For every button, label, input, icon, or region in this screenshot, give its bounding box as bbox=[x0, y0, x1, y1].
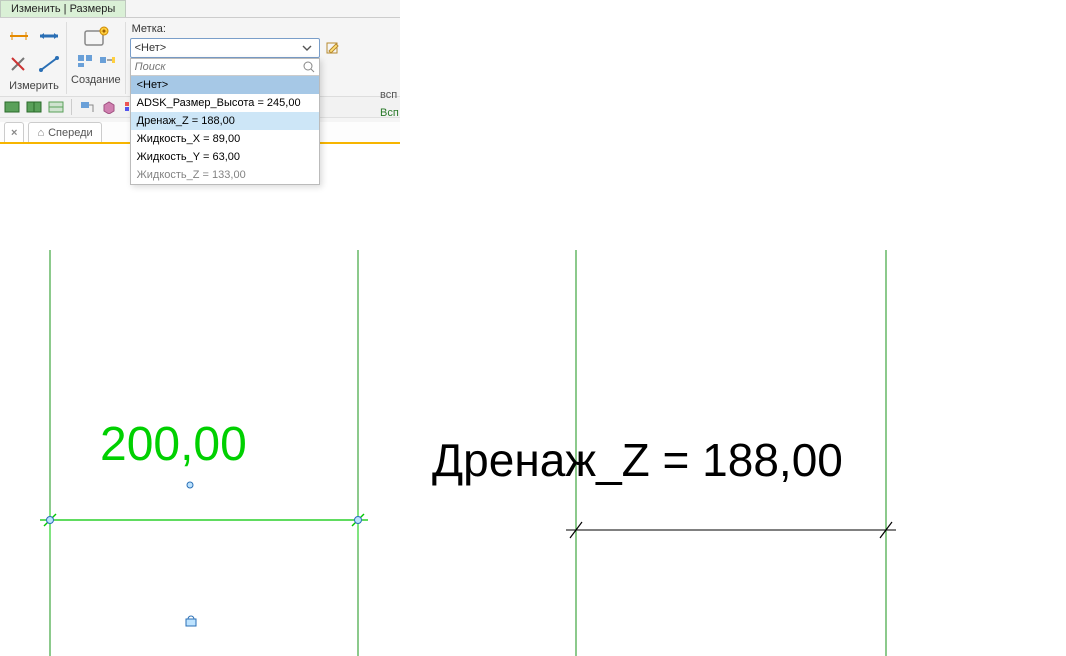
ribbon-tab-modify-dimensions[interactable]: Изменить | Размеры bbox=[0, 0, 126, 17]
linear-dimension-icon[interactable] bbox=[36, 24, 62, 48]
dropdown-selected-text: <Нет> bbox=[135, 42, 167, 54]
right-hint-line2: Всп bbox=[380, 104, 399, 122]
unlock-grip-icon[interactable] bbox=[186, 616, 196, 626]
unpin-icon[interactable] bbox=[6, 52, 32, 76]
right-hint-line1: всп bbox=[380, 86, 399, 104]
ribbon-group-create: ✦ Создание bbox=[67, 22, 126, 94]
drawing-canvas[interactable]: 200,00 Дренаж_Z = 188,00 bbox=[0, 220, 1066, 656]
dropdown-search-input[interactable] bbox=[135, 61, 299, 73]
edit-label-icon[interactable] bbox=[324, 39, 342, 57]
svg-text:✦: ✦ bbox=[100, 27, 107, 36]
align-dimension-icon[interactable] bbox=[6, 24, 32, 48]
ribbon-group-measure: Измерить bbox=[2, 22, 67, 94]
group-label-measure: Измерить bbox=[9, 78, 59, 92]
qat-view2-icon[interactable] bbox=[24, 98, 44, 116]
chevron-down-icon bbox=[299, 40, 315, 56]
group-label-create: Создание bbox=[71, 72, 121, 86]
dropdown-item-zhz[interactable]: Жидкость_Z = 133,00 bbox=[131, 166, 319, 184]
dropdown-item-zhy[interactable]: Жидкость_Y = 63,00 bbox=[131, 148, 319, 166]
right-hint: всп Всп bbox=[380, 86, 399, 122]
dimension-left[interactable]: 200,00 bbox=[40, 250, 368, 656]
dim-left-text: 200,00 bbox=[100, 418, 247, 471]
view-tab-label: Спереди bbox=[48, 127, 93, 139]
label-panel-title: Метка: bbox=[130, 22, 394, 38]
qat-view-icon[interactable] bbox=[2, 98, 22, 116]
dropdown-item-none[interactable]: <Нет> bbox=[131, 76, 319, 94]
label-dropdown-value[interactable]: <Нет> bbox=[130, 38, 320, 58]
qat-table-icon[interactable] bbox=[46, 98, 66, 116]
label-dropdown-panel: <Нет> ADSK_Размер_Высота = 245,00 Дренаж… bbox=[130, 58, 320, 185]
create-component-icon[interactable]: ✦ bbox=[80, 24, 112, 50]
qat-cube-icon[interactable] bbox=[99, 98, 119, 116]
dropdown-item-drenazh[interactable]: Дренаж_Z = 188,00 bbox=[131, 112, 319, 130]
diagonal-measure-icon[interactable] bbox=[36, 52, 62, 76]
view-tab-front[interactable]: ⌂ Спереди bbox=[28, 122, 101, 142]
dim-right-text: Дренаж_Z = 188,00 bbox=[432, 434, 843, 486]
view-tab-close[interactable]: × bbox=[4, 122, 24, 142]
search-icon bbox=[303, 61, 315, 73]
label-panel: Метка: <Нет> bbox=[126, 22, 398, 94]
dropdown-item-zhx[interactable]: Жидкость_X = 89,00 bbox=[131, 130, 319, 148]
create-assembly-icon[interactable] bbox=[97, 52, 117, 70]
dropdown-list: <Нет> ADSK_Размер_Высота = 245,00 Дренаж… bbox=[131, 76, 319, 184]
create-group-icon[interactable] bbox=[75, 52, 95, 70]
qat-paint-icon[interactable] bbox=[77, 98, 97, 116]
home-icon: ⌂ bbox=[37, 127, 44, 139]
dimension-right: Дренаж_Z = 188,00 bbox=[432, 250, 896, 656]
qat-separator bbox=[71, 99, 72, 115]
dropdown-item-adsk[interactable]: ADSK_Размер_Высота = 245,00 bbox=[131, 94, 319, 112]
label-dropdown[interactable]: <Нет> <Нет> bbox=[130, 38, 320, 58]
close-icon: × bbox=[11, 127, 17, 139]
